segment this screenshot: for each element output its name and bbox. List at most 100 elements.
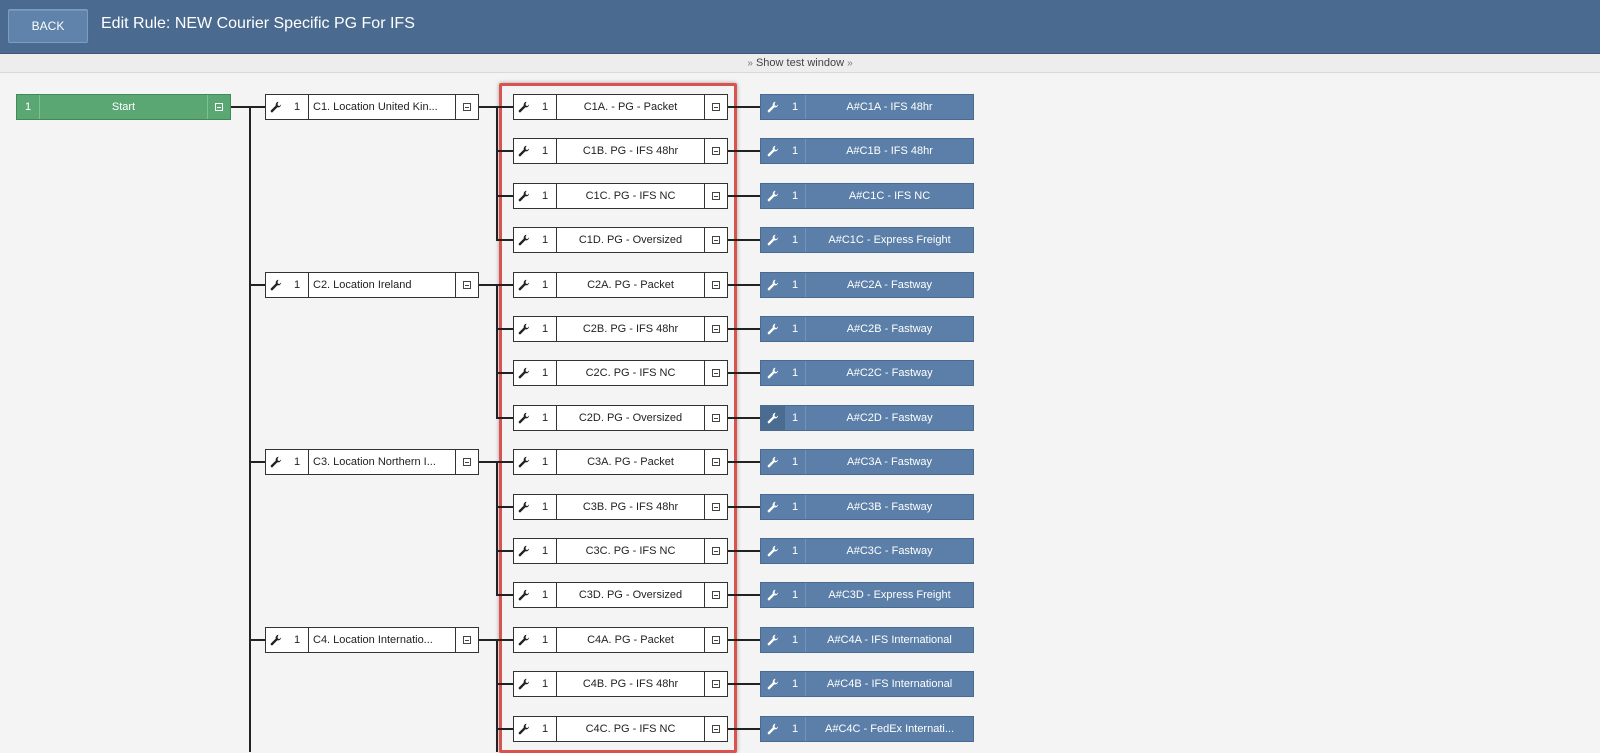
collapse-minus-icon[interactable]: [705, 361, 727, 385]
condition-node-11[interactable]: 1 C3C. PG - IFS NC: [513, 538, 728, 564]
action-node-5[interactable]: 1 A#C2A - Fastway: [760, 272, 974, 298]
wrench-icon[interactable]: [514, 495, 534, 519]
collapse-minus-icon[interactable]: [705, 139, 727, 163]
wrench-icon[interactable]: [761, 672, 785, 696]
action-node-3[interactable]: 1 A#C1C - IFS NC: [760, 183, 974, 209]
condition-node-2[interactable]: 1 C1B. PG - IFS 48hr: [513, 138, 728, 164]
condition-node-5[interactable]: 1 C2A. PG - Packet: [513, 272, 728, 298]
node-number: 1: [785, 184, 806, 208]
wrench-icon[interactable]: [514, 628, 534, 652]
wrench-icon[interactable]: [761, 273, 785, 297]
wrench-icon[interactable]: [514, 317, 534, 341]
wrench-icon[interactable]: [514, 672, 534, 696]
action-node-7[interactable]: 1 A#C2C - Fastway: [760, 360, 974, 386]
location-node-3[interactable]: 1 C3. Location Northern I...: [265, 449, 479, 475]
condition-node-6[interactable]: 1 C2B. PG - IFS 48hr: [513, 316, 728, 342]
collapse-minus-icon[interactable]: [456, 95, 478, 119]
start-node[interactable]: 1 Start: [16, 94, 231, 120]
location-node-1[interactable]: 1 C1. Location United Kin...: [265, 94, 479, 120]
location-node-4[interactable]: 1 C4. Location Internatio...: [265, 627, 479, 653]
wrench-icon[interactable]: [761, 450, 785, 474]
wrench-icon[interactable]: [761, 184, 785, 208]
collapse-minus-icon[interactable]: [705, 495, 727, 519]
wrench-icon[interactable]: [266, 95, 286, 119]
action-node-11[interactable]: 1 A#C3C - Fastway: [760, 538, 974, 564]
wrench-icon[interactable]: [761, 583, 785, 607]
collapse-minus-icon[interactable]: [705, 539, 727, 563]
wrench-icon[interactable]: [514, 539, 534, 563]
back-button[interactable]: BACK: [8, 9, 88, 43]
condition-node-9[interactable]: 1 C3A. PG - Packet: [513, 449, 728, 475]
collapse-minus-icon[interactable]: [705, 450, 727, 474]
wrench-icon[interactable]: [761, 228, 785, 252]
wrench-icon[interactable]: [514, 95, 534, 119]
wrench-icon[interactable]: [761, 406, 785, 430]
collapse-minus-icon[interactable]: [705, 184, 727, 208]
action-node-2[interactable]: 1 A#C1B - IFS 48hr: [760, 138, 974, 164]
condition-node-14[interactable]: 1 C4B. PG - IFS 48hr: [513, 671, 728, 697]
action-connector: [728, 639, 760, 641]
collapse-minus-icon[interactable]: [705, 406, 727, 430]
condition-node-4[interactable]: 1 C1D. PG - Oversized: [513, 227, 728, 253]
collapse-minus-icon[interactable]: [705, 228, 727, 252]
condition-node-7[interactable]: 1 C2C. PG - IFS NC: [513, 360, 728, 386]
condition-node-12[interactable]: 1 C3D. PG - Oversized: [513, 582, 728, 608]
action-node-12[interactable]: 1 A#C3D - Express Freight: [760, 582, 974, 608]
collapse-minus-icon[interactable]: [705, 317, 727, 341]
wrench-icon[interactable]: [761, 539, 785, 563]
wrench-icon[interactable]: [514, 273, 534, 297]
wrench-icon[interactable]: [761, 317, 785, 341]
location-out-connector: [479, 284, 497, 286]
wrench-icon[interactable]: [761, 495, 785, 519]
wrench-icon[interactable]: [514, 361, 534, 385]
condition-connector: [496, 150, 513, 152]
node-label: C3D. PG - Oversized: [557, 583, 705, 607]
condition-connector: [496, 639, 513, 641]
wrench-icon[interactable]: [514, 717, 534, 741]
action-node-10[interactable]: 1 A#C3B - Fastway: [760, 494, 974, 520]
condition-node-13[interactable]: 1 C4A. PG - Packet: [513, 627, 728, 653]
wrench-icon[interactable]: [514, 583, 534, 607]
wrench-icon[interactable]: [514, 228, 534, 252]
wrench-icon[interactable]: [761, 139, 785, 163]
collapse-minus-icon[interactable]: [705, 273, 727, 297]
collapse-minus-icon[interactable]: [456, 273, 478, 297]
action-node-14[interactable]: 1 A#C4B - IFS International: [760, 671, 974, 697]
wrench-icon[interactable]: [514, 184, 534, 208]
wrench-icon[interactable]: [761, 95, 785, 119]
condition-node-15[interactable]: 1 C4C. PG - IFS NC: [513, 716, 728, 742]
collapse-minus-icon[interactable]: [705, 95, 727, 119]
collapse-minus-icon[interactable]: [456, 450, 478, 474]
wrench-icon[interactable]: [514, 139, 534, 163]
condition-node-3[interactable]: 1 C1C. PG - IFS NC: [513, 183, 728, 209]
collapse-minus-icon[interactable]: [705, 583, 727, 607]
collapse-minus-icon[interactable]: [208, 95, 230, 119]
condition-node-10[interactable]: 1 C3B. PG - IFS 48hr: [513, 494, 728, 520]
condition-node-8[interactable]: 1 C2D. PG - Oversized: [513, 405, 728, 431]
action-node-8[interactable]: 1 A#C2D - Fastway: [760, 405, 974, 431]
location-node-2[interactable]: 1 C2. Location Ireland: [265, 272, 479, 298]
wrench-icon[interactable]: [514, 450, 534, 474]
wrench-icon[interactable]: [266, 628, 286, 652]
action-node-9[interactable]: 1 A#C3A - Fastway: [760, 449, 974, 475]
node-number: 1: [534, 717, 557, 741]
wrench-icon[interactable]: [266, 273, 286, 297]
collapse-minus-icon[interactable]: [705, 672, 727, 696]
wrench-icon[interactable]: [761, 361, 785, 385]
wrench-icon[interactable]: [761, 717, 785, 741]
action-node-15[interactable]: 1 A#C4C - FedEx Internati...: [760, 716, 974, 742]
collapse-minus-icon[interactable]: [705, 717, 727, 741]
location-out-connector: [479, 461, 497, 463]
action-node-4[interactable]: 1 A#C1C - Express Freight: [760, 227, 974, 253]
wrench-icon[interactable]: [761, 628, 785, 652]
action-node-1[interactable]: 1 A#C1A - IFS 48hr: [760, 94, 974, 120]
collapse-minus-icon[interactable]: [705, 628, 727, 652]
condition-node-1[interactable]: 1 C1A. - PG - Packet: [513, 94, 728, 120]
node-number: 1: [785, 628, 806, 652]
collapse-minus-icon[interactable]: [456, 628, 478, 652]
wrench-icon[interactable]: [514, 406, 534, 430]
show-test-window-toggle[interactable]: » Show test window »: [0, 54, 1600, 73]
action-node-6[interactable]: 1 A#C2B - Fastway: [760, 316, 974, 342]
action-node-13[interactable]: 1 A#C4A - IFS International: [760, 627, 974, 653]
wrench-icon[interactable]: [266, 450, 286, 474]
